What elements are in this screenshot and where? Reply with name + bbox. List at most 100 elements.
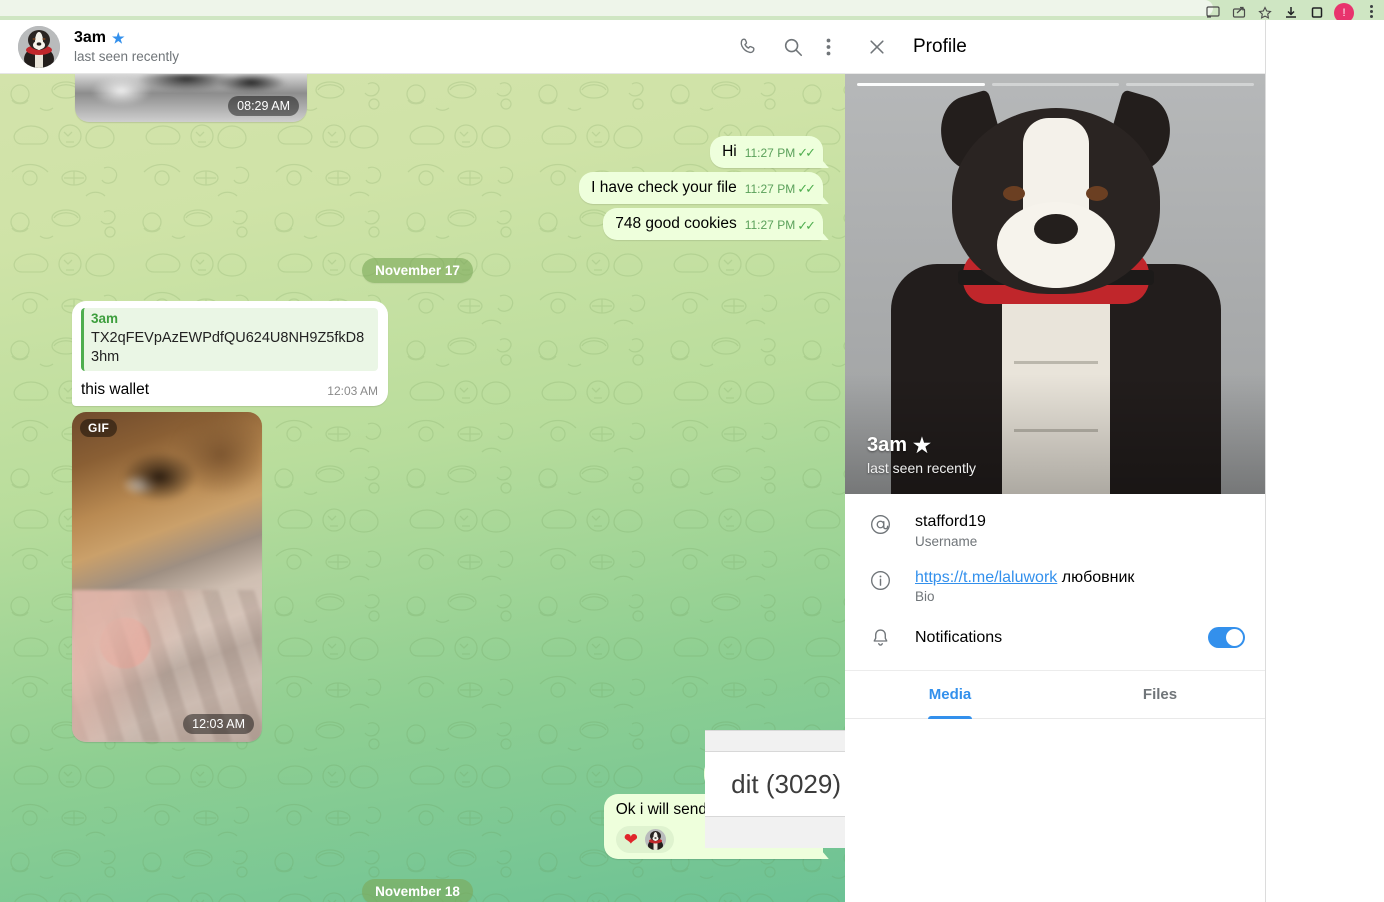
- read-ticks-icon: ✓✓: [797, 145, 816, 161]
- chat-header-texts: 3am ★ last seen recently: [74, 29, 724, 63]
- browser-toolbar-strip: !: [0, 0, 1384, 20]
- message-bubble[interactable]: 748 good cookies 11:27 PM ✓✓: [603, 208, 823, 241]
- profile-bio-main: https://t.me/laluwork любовник Bio: [915, 567, 1245, 605]
- profile-photo-overlay: 3am ★ last seen recently: [845, 374, 1265, 494]
- profile-bio-label: Bio: [915, 589, 935, 605]
- quoted-author: 3am: [91, 311, 119, 327]
- message-bubble-reply[interactable]: 3am TX2qFEVpAzEWPdfQU624U8NH9Z5fkD83hm t…: [72, 301, 388, 406]
- bookmark-star-icon[interactable]: [1252, 2, 1278, 20]
- message-time: 12:03 AM: [183, 713, 254, 734]
- quoted-message[interactable]: 3am TX2qFEVpAzEWPdfQU624U8NH9Z5fkD83hm: [81, 308, 378, 371]
- at-icon: [867, 511, 893, 536]
- quoted-text: TX2qFEVpAzEWPdfQU624U8NH9Z5fkD83hm: [91, 329, 365, 366]
- tab-files[interactable]: Files: [1055, 671, 1265, 718]
- message-meta: 11:27 PM ✓✓: [745, 217, 816, 235]
- media-message-photo[interactable]: 08:29 AM: [75, 74, 307, 122]
- message-meta: 11:27 PM ✓✓: [744, 181, 816, 198]
- photo-indicator-3[interactable]: [1126, 83, 1255, 86]
- browser-profile-badge[interactable]: !: [1334, 3, 1354, 20]
- message-body: this wallet 12:03 AM: [81, 380, 378, 400]
- omnibox-tail[interactable]: [0, 0, 1213, 16]
- message-row: Hi 11:27 PM ✓✓: [0, 136, 835, 169]
- message-text: Hi: [722, 143, 737, 160]
- read-ticks-icon: ✓✓: [797, 181, 816, 197]
- message-row: 3am TX2qFEVpAzEWPdfQU624U8NH9Z5fkD83hm t…: [0, 301, 835, 406]
- downloads-icon[interactable]: [1278, 2, 1304, 20]
- date-separator: November 17: [362, 258, 473, 284]
- gif-message[interactable]: GIF 12:03 AM: [72, 411, 262, 742]
- date-separator-row: November 17: [0, 258, 835, 284]
- heart-reaction-icon: ❤: [623, 830, 638, 850]
- date-separator-row: November 18: [0, 879, 835, 902]
- message-text: 748 good cookies: [615, 215, 737, 233]
- profile-bio-link[interactable]: https://t.me/laluwork: [915, 569, 1057, 586]
- profile-bio-row[interactable]: https://t.me/laluwork любовник Bio: [845, 558, 1265, 614]
- tab-files-label: Files: [1142, 686, 1178, 704]
- photo-indicator-1[interactable]: [857, 83, 985, 86]
- profile-notifications-row[interactable]: Notifications: [845, 613, 1265, 664]
- message-bubble[interactable]: Hi 11:27 PM ✓✓: [710, 136, 823, 169]
- premium-star-icon: ★: [913, 435, 931, 457]
- profile-username-row[interactable]: stafford19 Username: [845, 502, 1265, 558]
- tab-media[interactable]: Media: [845, 671, 1055, 718]
- overlay-card-top-strip: [705, 730, 845, 752]
- chat-header-actions: [738, 36, 831, 58]
- message-time: 08:29 AM: [228, 96, 299, 116]
- profile-username-value: stafford19: [915, 513, 986, 530]
- telegram-web-app: ! 3am ★ last seen recently 08:29 AM Hi 1…: [0, 0, 1384, 902]
- profile-username-label: Username: [915, 533, 978, 549]
- share-icon[interactable]: [1226, 2, 1252, 20]
- message-row: I have check your file 11:27 PM ✓✓: [0, 172, 835, 205]
- chrome-menu-icon[interactable]: [1358, 2, 1384, 20]
- profile-name: 3am ★: [867, 433, 1265, 458]
- read-ticks-icon: ✓✓: [797, 217, 816, 233]
- bell-icon: [867, 625, 893, 650]
- photo-indicator-bars[interactable]: [857, 83, 1255, 86]
- kebab-menu-icon[interactable]: [826, 37, 831, 57]
- message-text: I have check your file: [591, 179, 737, 197]
- profile-name-text: 3am: [867, 434, 908, 456]
- tab-media-label: Media: [928, 686, 972, 704]
- background-overlay-card[interactable]: dit (3029): [705, 730, 845, 848]
- info-circle-icon: [867, 567, 893, 592]
- chat-title-text: 3am: [74, 29, 107, 47]
- gif-preview-image: [72, 411, 262, 742]
- profile-status: last seen recently: [867, 460, 976, 476]
- profile-bio-value: https://t.me/laluwork любовник: [915, 569, 1134, 586]
- extension-icon[interactable]: [1304, 2, 1330, 20]
- message-row: 748 good cookies 11:27 PM ✓✓: [0, 208, 835, 241]
- message-time: 12:03 AM: [327, 384, 378, 399]
- chat-title: 3am ★: [74, 29, 724, 47]
- avatar[interactable]: [18, 25, 60, 68]
- message-time: 11:27 PM: [744, 145, 796, 160]
- chat-header: 3am ★ last seen recently: [0, 20, 845, 74]
- date-separator: November 18: [362, 879, 473, 902]
- photo-indicator-2[interactable]: [991, 83, 1120, 86]
- profile-photo[interactable]: 3am ★ last seen recently: [845, 74, 1265, 494]
- message-bubble[interactable]: I have check your file 11:27 PM ✓✓: [579, 172, 823, 205]
- profile-panel: Profile 3am ★ last seen recently staffor…: [845, 20, 1266, 902]
- profile-username-main: stafford19 Username: [915, 511, 1245, 549]
- profile-panel-title: Profile: [913, 35, 967, 57]
- search-icon[interactable]: [782, 36, 804, 58]
- profile-notifications-label: Notifications: [915, 628, 1003, 646]
- profile-tabs: Media Files: [845, 671, 1265, 720]
- profile-notifications-main: Notifications: [915, 627, 1186, 649]
- profile-tab-content[interactable]: [845, 719, 1265, 902]
- profile-info-list: stafford19 Username https://t.me/laluwor…: [845, 494, 1265, 672]
- message-text: this wallet: [81, 380, 150, 398]
- overlay-card-text: dit (3029): [705, 752, 845, 816]
- phone-icon[interactable]: [738, 36, 760, 58]
- avatar-dog-image: [18, 25, 60, 68]
- reaction-pill[interactable]: ❤: [615, 826, 674, 854]
- notifications-toggle[interactable]: [1208, 627, 1245, 649]
- browser-profile-badge-label: !: [1342, 7, 1346, 19]
- reaction-avatar: [644, 829, 666, 851]
- message-row: 08:29 AM: [0, 74, 835, 122]
- premium-star-icon: ★: [112, 30, 125, 47]
- gif-badge: GIF: [80, 418, 118, 437]
- cast-icon[interactable]: [1200, 2, 1226, 20]
- close-icon[interactable]: [867, 37, 887, 57]
- message-row: GIF 12:03 AM: [0, 411, 835, 742]
- message-time: 11:27 PM: [744, 182, 796, 197]
